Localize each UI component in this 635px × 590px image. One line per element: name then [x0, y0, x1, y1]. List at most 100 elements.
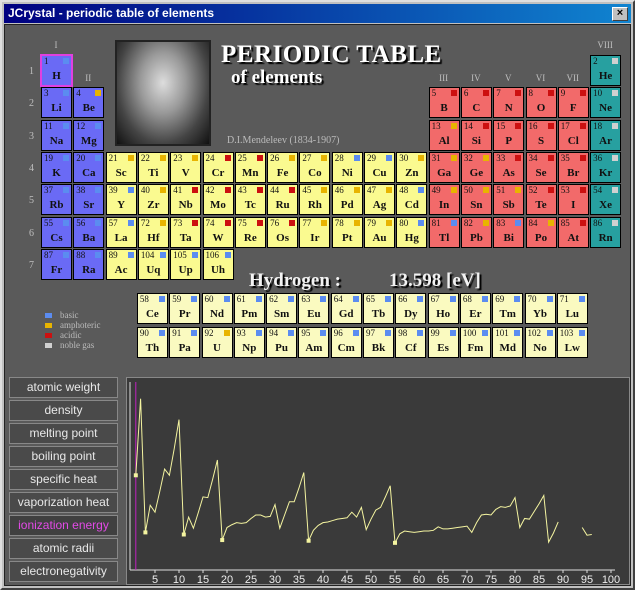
element-pa[interactable]: 91 Pa [169, 327, 201, 359]
element-uq[interactable]: 104 Uq [137, 248, 169, 280]
element-sm[interactable]: 62 Sm [266, 293, 298, 325]
element-pr[interactable]: 59 Pr [169, 293, 201, 325]
element-u[interactable]: 92 U [201, 327, 233, 359]
element-os[interactable]: 76 Os [267, 216, 299, 248]
element-hf[interactable]: 72 Hf [137, 216, 169, 248]
element-ta[interactable]: 73 Ta [170, 216, 202, 248]
element-ca[interactable]: 20 Ca [73, 151, 105, 183]
element-co[interactable]: 27 Co [299, 151, 331, 183]
element-kr[interactable]: 36 Kr [590, 151, 622, 183]
element-bi[interactable]: 83 Bi [493, 216, 525, 248]
element-er[interactable]: 68 Er [459, 293, 491, 325]
element-ni[interactable]: 28 Ni [331, 151, 363, 183]
element-y[interactable]: 39 Y [105, 184, 137, 216]
element-zn[interactable]: 30 Zn [396, 151, 428, 183]
element-gd[interactable]: 64 Gd [330, 293, 362, 325]
property-button-ionization-energy[interactable]: ionization energy [9, 515, 118, 536]
element-al[interactable]: 13 Al [428, 119, 460, 151]
element-n[interactable]: 7N [493, 87, 525, 119]
element-mn[interactable]: 25 Mn [234, 151, 266, 183]
element-rh[interactable]: 45 Rh [299, 184, 331, 216]
element-ag[interactable]: 47 Ag [364, 184, 395, 216]
element-hg[interactable]: 80 Hg [396, 216, 428, 248]
element-fe[interactable]: 26 Fe [267, 151, 299, 183]
element-sn[interactable]: 50 Sn [460, 184, 492, 216]
element-md[interactable]: 101 Md [492, 327, 524, 359]
element-tc[interactable]: 43 Tc [234, 184, 266, 216]
element-tl[interactable]: 81 Tl [428, 216, 460, 248]
element-se[interactable]: 34 Se [525, 151, 557, 183]
element-xe[interactable]: 54 Xe [590, 184, 622, 216]
element-au[interactable]: 79 Au [364, 216, 395, 248]
element-yb[interactable]: 70 Yb [524, 293, 556, 325]
property-button-melting-point[interactable]: melting point [9, 423, 118, 444]
element-up[interactable]: 105 Up [170, 248, 202, 280]
element-cr[interactable]: 24 Cr [202, 151, 234, 183]
element-h[interactable]: 1H [40, 54, 73, 87]
element-p[interactable]: 15 P [493, 119, 525, 151]
element-pd[interactable]: 46 Pd [331, 184, 363, 216]
element-ra[interactable]: 88 Ra [73, 248, 105, 280]
element-ga[interactable]: 31 Ga [428, 151, 460, 183]
element-ba[interactable]: 56 Ba [73, 216, 105, 248]
element-rb[interactable]: 37 Rb [41, 184, 72, 216]
element-re[interactable]: 75 Re [234, 216, 266, 248]
element-cf[interactable]: 98 Cf [395, 327, 427, 359]
element-w[interactable]: 74 W [202, 216, 234, 248]
element-ge[interactable]: 32 Ge [460, 151, 492, 183]
property-button-atomic-weight[interactable]: atomic weight [9, 377, 118, 398]
element-sc[interactable]: 21 Sc [105, 151, 137, 183]
element-pb[interactable]: 82 Pb [460, 216, 492, 248]
element-pt[interactable]: 78 Pt [331, 216, 363, 248]
element-br[interactable]: 35 Br [557, 151, 589, 183]
element-es[interactable]: 99 Es [427, 327, 459, 359]
element-f[interactable]: 9F [557, 87, 589, 119]
element-ce[interactable]: 58 Ce [136, 293, 168, 325]
element-nb[interactable]: 41 Nb [170, 184, 202, 216]
element-am[interactable]: 95 Am [298, 327, 330, 359]
property-button-atomic-radii[interactable]: atomic radii [9, 538, 118, 559]
element-k[interactable]: 19 K [41, 151, 72, 183]
element-eu[interactable]: 63 Eu [298, 293, 330, 325]
property-button-density[interactable]: density [9, 400, 118, 421]
element-te[interactable]: 52 Te [525, 184, 557, 216]
element-ar[interactable]: 18 Ar [590, 119, 622, 151]
element-pm[interactable]: 61 Pm [233, 293, 265, 325]
element-in[interactable]: 49 In [428, 184, 460, 216]
element-sr[interactable]: 38 Sr [73, 184, 105, 216]
element-na[interactable]: 11 Na [41, 119, 72, 151]
element-mo[interactable]: 42 Mo [202, 184, 234, 216]
element-he[interactable]: 2 He [590, 55, 622, 86]
element-dy[interactable]: 66 Dy [395, 293, 427, 325]
element-nd[interactable]: 60 Nd [201, 293, 233, 325]
element-lw[interactable]: 103 Lw [556, 327, 588, 359]
element-li[interactable]: 3 Li [41, 87, 72, 119]
element-cd[interactable]: 48 Cd [396, 184, 428, 216]
element-bk[interactable]: 97 Bk [363, 327, 394, 359]
element-lu[interactable]: 71 Lu [556, 293, 588, 325]
element-fr[interactable]: 87 Fr [41, 248, 72, 280]
property-button-vaporization-heat[interactable]: vaporization heat [9, 492, 118, 513]
element-la[interactable]: 57 La [105, 216, 137, 248]
property-button-electronegativity[interactable]: electronegativity [9, 561, 118, 582]
element-zr[interactable]: 40 Zr [137, 184, 169, 216]
element-fm[interactable]: 100 Fm [459, 327, 491, 359]
element-tm[interactable]: 69 Tm [492, 293, 524, 325]
element-v[interactable]: 23 V [170, 151, 202, 183]
element-ne[interactable]: 10 Ne [590, 87, 622, 119]
element-be[interactable]: 4 Be [73, 87, 105, 119]
element-si[interactable]: 14 Si [460, 119, 492, 151]
element-ho[interactable]: 67 Ho [427, 293, 459, 325]
element-cs[interactable]: 55 Cs [41, 216, 72, 248]
property-button-boiling-point[interactable]: boiling point [9, 446, 118, 467]
element-np[interactable]: 93 Np [233, 327, 265, 359]
element-uh[interactable]: 106 Uh [202, 248, 234, 280]
element-pu[interactable]: 94 Pu [266, 327, 298, 359]
element-i[interactable]: 53 I [557, 184, 589, 216]
element-as[interactable]: 33 As [493, 151, 525, 183]
element-cl[interactable]: 17 Cl [557, 119, 589, 151]
element-cm[interactable]: 96 Cm [330, 327, 362, 359]
element-ti[interactable]: 22 Ti [137, 151, 169, 183]
element-rn[interactable]: 86 Rn [590, 216, 622, 248]
element-mg[interactable]: 12 Mg [73, 119, 105, 151]
